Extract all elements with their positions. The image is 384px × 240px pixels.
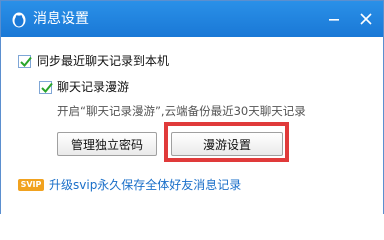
sync-recent-label[interactable]: 同步最近聊天记录到本机 xyxy=(37,53,169,69)
dialog-content: 同步最近聊天记录到本机 聊天记录漫游 开启“聊天记录漫游”,云端备份最近30天聊… xyxy=(1,37,383,214)
svip-badge: SVIP xyxy=(18,179,44,191)
message-settings-dialog: 消息设置 同步最近聊天记录到本机 聊天记录漫游 开启“聊天记录漫游”,云端备份最… xyxy=(0,0,384,214)
roaming-label[interactable]: 聊天记录漫游 xyxy=(57,79,129,95)
window-title: 消息设置 xyxy=(33,11,89,27)
checkmark-icon xyxy=(20,56,32,67)
red-highlight-box xyxy=(164,122,289,162)
checkmark-icon xyxy=(41,82,53,93)
roaming-checkbox[interactable] xyxy=(39,81,53,94)
minimize-icon xyxy=(329,19,339,21)
minimize-button[interactable] xyxy=(317,1,351,37)
close-button[interactable] xyxy=(349,1,383,37)
roaming-description: 开启“聊天记录漫游”,云端备份最近30天聊天记录 xyxy=(57,104,306,118)
sync-recent-checkbox[interactable] xyxy=(18,55,32,68)
manage-password-button[interactable]: 管理独立密码 xyxy=(57,132,157,156)
svip-upgrade-link[interactable]: 升级svip永久保存全体好友消息记录 xyxy=(49,177,241,193)
title-bar[interactable]: 消息设置 xyxy=(1,1,383,37)
qq-penguin-icon xyxy=(9,9,29,29)
close-icon xyxy=(360,13,372,25)
